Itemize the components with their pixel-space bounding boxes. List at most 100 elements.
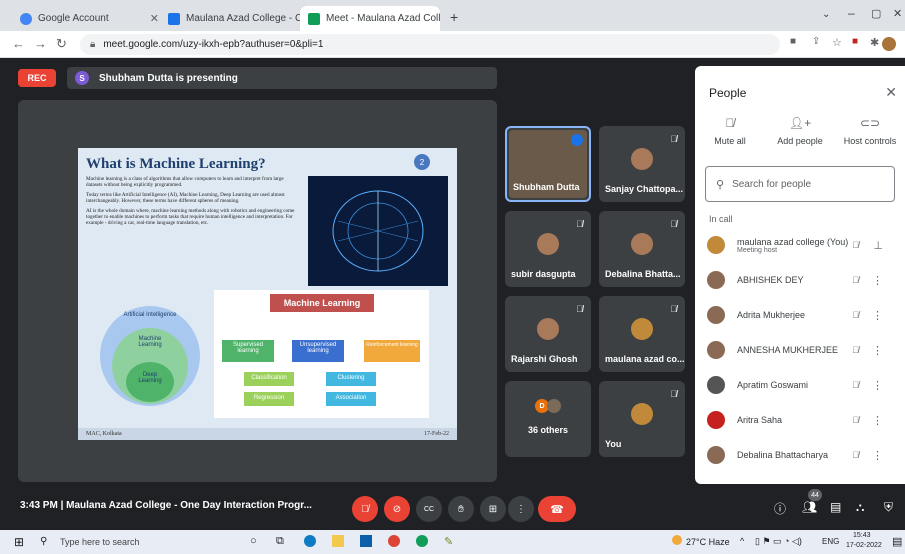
tab-calendar[interactable]: Maulana Azad College - Calenda ✕: [160, 6, 300, 31]
participant-tile[interactable]: 🎙̸ subir dasgupta: [505, 211, 591, 287]
participant-list-item[interactable]: Apratim Goswami 🎙̸ ⋮: [707, 370, 897, 400]
close-icon[interactable]: ✕: [885, 84, 897, 101]
leave-call-button[interactable]: ☎︎: [538, 496, 576, 522]
mic-off-icon[interactable]: 🎙̸: [852, 450, 859, 460]
address-bar: ← → ↻ 🔒︎ meet.google.com/uzy-ikxh-epb?au…: [0, 31, 905, 58]
chrome-profile-icon[interactable]: [416, 535, 428, 547]
mic-off-icon[interactable]: 🎙̸: [852, 415, 859, 425]
cortana-icon[interactable]: ○: [250, 535, 257, 547]
minimize-button[interactable]: –: [848, 6, 855, 20]
slide-bullet: Today terms like Artificial Intelligence…: [86, 191, 285, 205]
participant-tile[interactable]: Shubham Dutta: [505, 126, 591, 202]
participant-list-name: Apratim Goswami: [737, 380, 809, 390]
file-explorer-icon[interactable]: [332, 535, 344, 547]
mic-off-icon[interactable]: 🎙̸: [852, 240, 859, 250]
close-window-button[interactable]: ✕: [893, 7, 902, 20]
participant-list-item[interactable]: Debalina Bhattacharya 🎙̸ ⋮: [707, 440, 897, 470]
notifications-icon[interactable]: ▤: [892, 535, 902, 548]
tray-icons[interactable]: ▯ ⚑ ▭ ◔ ◁): [755, 536, 802, 547]
tab-meet[interactable]: Meet - Maulana Azad Colleg ✕: [300, 6, 440, 31]
host-controls-button[interactable]: ⊂⊃ Host controls: [835, 116, 905, 146]
venn-dl-label: Deep Learning: [138, 372, 162, 384]
tab-search-icon[interactable]: ⌄: [822, 9, 830, 20]
self-avatar: [631, 403, 653, 425]
more-options-icon[interactable]: ⋮: [872, 344, 883, 357]
weather-text[interactable]: 27°C Haze: [686, 537, 730, 547]
extension-icon[interactable]: ■: [852, 36, 858, 47]
taskbar-search-field[interactable]: Type here to search: [60, 537, 140, 547]
reinforcement-box: Reinforcement learning: [364, 340, 420, 362]
bookmark-star-icon[interactable]: ☆: [832, 36, 842, 49]
clock-date[interactable]: 17-02-2022: [846, 542, 882, 549]
participant-list-item[interactable]: ABHISHEK DEY 🎙̸ ⋮: [707, 265, 897, 295]
brain-image: [308, 176, 448, 286]
profile-avatar[interactable]: [882, 37, 896, 51]
meet-icon: [308, 12, 320, 25]
extensions-puzzle-icon[interactable]: ✱: [870, 36, 879, 49]
participant-tile[interactable]: 🎙̸ Rajarshi Ghosh: [505, 296, 591, 372]
tray-chevron-icon[interactable]: ^: [740, 536, 744, 546]
camera-toggle-button[interactable]: ⊘: [384, 496, 410, 522]
slide-footer: MAC, Kolkata 17-Feb-22: [78, 428, 457, 440]
participant-tile[interactable]: 🎙̸ Debalina Bhatta...: [599, 211, 685, 287]
participant-avatar: [537, 318, 559, 340]
chrome-icon[interactable]: [388, 535, 400, 547]
participant-list-item[interactable]: Adrita Mukherjee 🎙̸ ⋮: [707, 300, 897, 330]
more-options-icon[interactable]: ⋮: [872, 379, 883, 392]
close-tab-icon[interactable]: ✕: [150, 12, 159, 25]
search-people-field[interactable]: ⚲ Search for people: [705, 166, 895, 202]
mic-off-icon[interactable]: 🎙̸: [852, 310, 859, 320]
windows-start-icon[interactable]: ⊞: [14, 535, 24, 549]
more-options-icon[interactable]: ⋮: [872, 414, 883, 427]
avatar: [707, 271, 725, 289]
venn-ai-label: Artificial Intelligence: [123, 312, 177, 318]
tab-google-account[interactable]: Google Account ✕: [12, 6, 167, 31]
mic-off-icon[interactable]: 🎙̸: [852, 380, 859, 390]
mic-off-icon[interactable]: 🎙̸: [852, 345, 859, 355]
pin-icon[interactable]: ⊥: [873, 239, 883, 252]
forward-icon[interactable]: →: [34, 36, 47, 51]
participant-tile[interactable]: 🎙̸ Sanjay Chattopa...: [599, 126, 685, 202]
more-options-icon[interactable]: ⋮: [872, 449, 883, 462]
participant-list-item[interactable]: ANNESHA MUKHERJEE 🎙̸ ⋮: [707, 335, 897, 365]
people-icon[interactable]: 👥︎: [802, 500, 817, 514]
avatar: [707, 446, 725, 464]
more-options-icon[interactable]: ⋮: [872, 309, 883, 322]
others-tile[interactable]: D 36 others: [505, 381, 591, 457]
camera-indicator-icon[interactable]: ■: [790, 36, 796, 47]
maximize-button[interactable]: ▢: [871, 7, 881, 20]
meeting-details-icon[interactable]: ⓘ: [774, 500, 786, 517]
mic-toggle-button[interactable]: 🎙̸: [352, 496, 378, 522]
participant-list-item[interactable]: maulana azad college (You) Meeting host 🎙…: [707, 230, 897, 260]
add-people-button[interactable]: 👤︎+ Add people: [765, 116, 835, 146]
participant-tile[interactable]: 🎙̸ maulana azad co...: [599, 296, 685, 372]
paint-icon[interactable]: ✎: [444, 535, 453, 548]
back-icon[interactable]: ←: [12, 36, 25, 51]
raise-hand-button[interactable]: ✋︎: [448, 496, 474, 522]
participant-list-item[interactable]: Aritra Saha 🎙̸ ⋮: [707, 405, 897, 435]
slide-footer-date: 17-Feb-22: [424, 431, 449, 437]
host-controls-icon[interactable]: ⛨: [884, 500, 893, 515]
mute-all-button[interactable]: 🎙̸ Mute all: [695, 116, 765, 146]
clock-time[interactable]: 15:43: [853, 532, 871, 539]
task-view-icon[interactable]: ⧉: [276, 535, 284, 548]
activities-icon[interactable]: ⛬: [856, 500, 864, 515]
language-indicator[interactable]: ENG: [822, 537, 839, 546]
chat-icon[interactable]: ▤: [830, 500, 841, 514]
ml-diagram-title: Machine Learning: [270, 294, 374, 312]
captions-button[interactable]: CC: [416, 496, 442, 522]
edge-icon[interactable]: [304, 535, 316, 547]
self-tile[interactable]: 🎙̸ You: [599, 381, 685, 457]
participant-list-name: maulana azad college (You): [737, 236, 849, 247]
more-options-button[interactable]: ⋮: [508, 496, 534, 522]
classification-box: Classification: [244, 372, 294, 386]
mail-icon[interactable]: [360, 535, 372, 547]
new-tab-button[interactable]: +: [450, 9, 458, 25]
mic-off-icon[interactable]: 🎙̸: [852, 275, 859, 285]
more-options-icon[interactable]: ⋮: [872, 274, 883, 287]
clustering-box: Clustering: [326, 372, 376, 386]
present-button[interactable]: ⊞: [480, 496, 506, 522]
reload-icon[interactable]: ↻: [56, 36, 67, 52]
share-icon[interactable]: ⇪: [812, 36, 820, 47]
url-field[interactable]: 🔒︎ meet.google.com/uzy-ikxh-epb?authuser…: [80, 34, 780, 55]
